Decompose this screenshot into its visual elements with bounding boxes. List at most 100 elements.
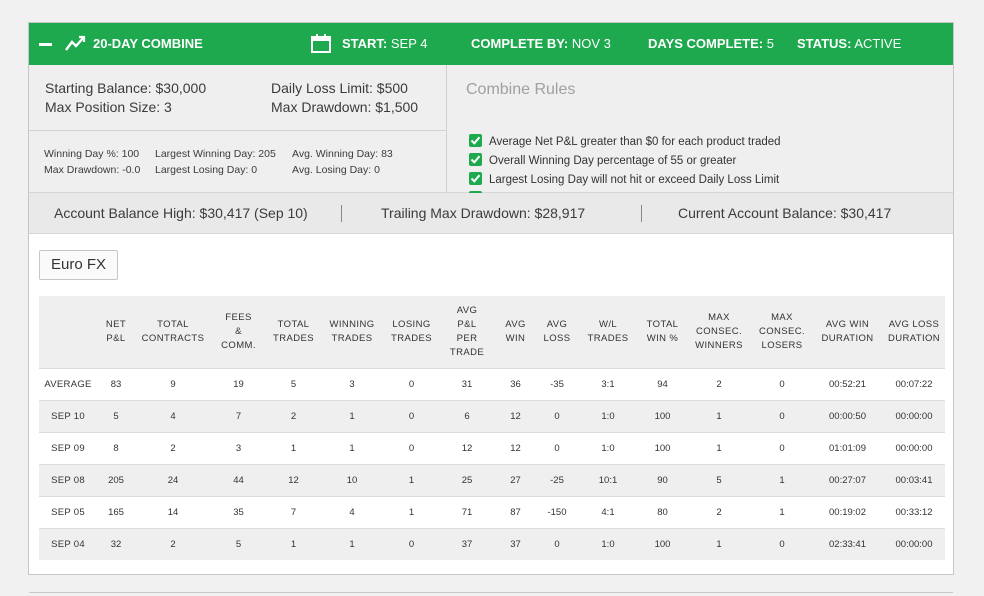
column-header-line: DURATION	[887, 333, 941, 344]
balance-separator	[641, 205, 642, 222]
column-header-line: CONSEC.	[695, 326, 743, 337]
table-cell: 4	[321, 496, 383, 529]
table-cell: 19	[211, 368, 266, 401]
table-cell: 9	[135, 368, 211, 401]
table-cell: 1	[321, 432, 383, 465]
column-header-line: AVG	[456, 305, 478, 316]
column-header-line: MAX	[708, 312, 730, 323]
column-header-line: LOSS	[543, 333, 571, 344]
row-label: AVERAGE	[39, 368, 97, 401]
stats-max-drawdown: Max Drawdown: -0.0	[44, 164, 141, 176]
table-cell: 01:01:09	[812, 432, 883, 465]
table-cell: 165	[97, 496, 135, 529]
table-cell: 5	[266, 368, 321, 401]
table-cell: 00:00:00	[883, 400, 945, 433]
checkmark-icon	[469, 172, 482, 185]
column-header-line: TRADES	[391, 333, 432, 344]
column-header-line: LOSERS	[761, 340, 803, 351]
combine-header: 20-DAY COMBINE START: SEP 4 COMPLETE BY:…	[29, 23, 953, 65]
row-label: SEP 05	[39, 496, 97, 529]
table-cell: 1	[383, 496, 440, 529]
status: STATUS: ACTIVE	[797, 36, 902, 51]
info-divider	[446, 65, 447, 193]
table-cell: 0	[383, 368, 440, 401]
table-cell: 00:19:02	[812, 496, 883, 529]
table-cell: 1	[321, 400, 383, 433]
column-header: AVG WIN	[494, 296, 537, 369]
column-header: AVG WIN DURATION	[812, 296, 883, 369]
table-cell: 0	[537, 528, 577, 560]
table-cell: 10	[321, 464, 383, 497]
table-cell: 1	[752, 496, 812, 529]
table-cell: 80	[639, 496, 686, 529]
table-cell: 12	[494, 400, 537, 433]
max-position-size: Max Position Size: 3	[45, 99, 172, 115]
rule-text: Largest Losing Day will not hit or excee…	[489, 174, 780, 186]
table-cell: 1	[686, 400, 752, 433]
table-cell: 5	[211, 528, 266, 560]
table-header-row: NET P&L TOTAL CONTRACTS FEES & COMM. TOTAL TRADE…	[39, 296, 945, 369]
table-cell: 00:27:07	[812, 464, 883, 497]
table-cell: 44	[211, 464, 266, 497]
table-cell: 00:00:00	[883, 528, 945, 560]
table-cell: 00:03:41	[883, 464, 945, 497]
table-cell: 3	[211, 432, 266, 465]
winning-day-pct: Winning Day %: 100	[44, 148, 140, 160]
combine-info: Starting Balance: $30,000 Daily Loss Lim…	[29, 65, 953, 205]
column-header: TOTAL WIN %	[639, 296, 686, 369]
column-header-line: AVG WIN	[825, 319, 870, 330]
column-header-line: WINNERS	[695, 340, 743, 351]
table-cell: 36	[494, 368, 537, 401]
table-cell: 87	[494, 496, 537, 529]
table-cell: 1	[321, 528, 383, 560]
column-header-line: TRADES	[331, 333, 373, 344]
column-header-line: FEES	[225, 312, 252, 323]
collapse-icon[interactable]	[39, 43, 52, 46]
table-cell: 0	[383, 432, 440, 465]
row-label: SEP 08	[39, 464, 97, 497]
daily-results-table: NET P&L TOTAL CONTRACTS FEES & COMM. TOTAL TRADE…	[39, 296, 945, 560]
table-cell: 14	[135, 496, 211, 529]
column-header-line: LOSING	[392, 319, 431, 330]
column-header: TOTAL CONTRACTS	[135, 296, 211, 369]
table-cell: 100	[639, 432, 686, 465]
table-row: SEP 08 205 24 44 12 10 1 25 27 -25 10:1 90 5 1 00:27:0…	[39, 464, 945, 497]
row-label: SEP 04	[39, 528, 97, 560]
column-header-line: W/L	[598, 319, 618, 330]
largest-losing-day: Largest Losing Day: 0	[155, 164, 258, 176]
table-cell: 7	[211, 400, 266, 433]
table-cell: 31	[440, 368, 494, 401]
table-cell: 2	[135, 432, 211, 465]
column-header: AVG LOSS	[537, 296, 577, 369]
column-header-line: AVG LOSS	[888, 319, 940, 330]
table-cell: 1	[686, 528, 752, 560]
column-header-line: CONSEC.	[758, 326, 806, 337]
table-cell: 00:52:21	[812, 368, 883, 401]
product-button-euro-fx[interactable]: Euro FX	[39, 250, 118, 280]
table-row: SEP 04 32 2 5 1 1 0 37 37 0 1:0 100 1 0 02:33:41 00:00:…	[39, 528, 945, 560]
table-cell: 5	[97, 400, 135, 433]
row-label: SEP 10	[39, 400, 97, 433]
column-header: AVG LOSS DURATION	[883, 296, 945, 369]
column-header-line: COMM.	[221, 340, 256, 351]
column-header: MAX CONSEC. LOSERS	[752, 296, 812, 369]
table-row: AVERAGE 83 9 19 5 3 0 31 36 -35 3:1 94 2 0 00:52:21 00:…	[39, 368, 945, 401]
column-header-line: TRADES	[587, 333, 629, 344]
table-cell: 1	[266, 528, 321, 560]
table-cell: 1:0	[577, 432, 639, 465]
max-drawdown: Max Drawdown: $1,500	[271, 99, 419, 115]
column-header-line: AVG	[546, 319, 568, 330]
avg-winning-day: Avg. Winning Day: 83	[292, 148, 393, 160]
table-cell: 2	[686, 496, 752, 529]
table-cell: 24	[135, 464, 211, 497]
column-header: WINNING TRADES	[321, 296, 383, 369]
table-cell: 0	[752, 368, 812, 401]
starting-balance: Starting Balance: $30,000	[45, 80, 207, 96]
column-header-line: TRADE	[449, 347, 485, 358]
column-header-line: WINNING	[329, 319, 375, 330]
column-header-line: WIN %	[646, 333, 679, 344]
table-cell: 27	[494, 464, 537, 497]
table-cell: 1	[266, 432, 321, 465]
table-cell: 32	[97, 528, 135, 560]
table-cell: 71	[440, 496, 494, 529]
